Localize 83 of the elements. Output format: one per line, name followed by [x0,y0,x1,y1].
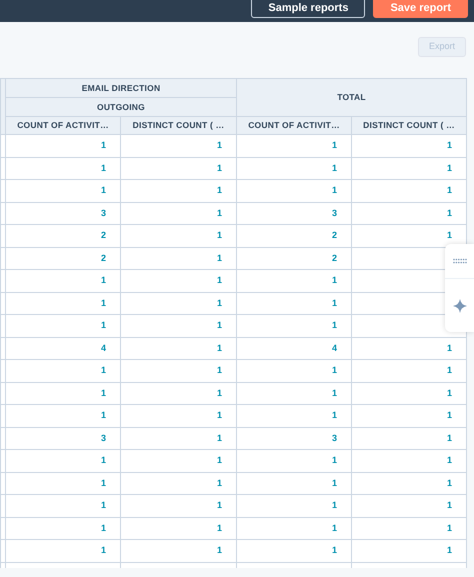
table-cell[interactable]: 1 [332,410,337,420]
table-cell[interactable]: 1 [447,432,452,442]
table-cell[interactable]: 1 [332,478,337,488]
table-cell[interactable]: 1 [216,500,222,510]
table-cell[interactable]: 1 [100,478,106,488]
table-cell[interactable]: 1 [216,252,222,262]
table-cell[interactable]: 1 [216,162,222,172]
column-header: DISTINCT COUNT ( … [363,120,455,130]
table-cell[interactable]: 1 [447,365,452,375]
table-cell[interactable]: 1 [332,298,337,308]
column-group-header: OUTGOING [97,102,145,112]
save-button[interactable]: Save report [373,0,468,18]
table-cell[interactable]: 1 [332,162,337,172]
table-cell[interactable]: 1 [216,522,222,532]
table-cell[interactable]: 1 [216,230,222,240]
table-cell[interactable]: 1 [447,342,452,352]
table-cell[interactable]: 1 [216,342,222,352]
table-cell[interactable]: 1 [447,455,452,465]
table-cell[interactable]: 1 [100,545,106,555]
table-cell[interactable]: 1 [447,208,452,218]
table-cell[interactable]: 1 [447,500,452,510]
table-cell[interactable]: 1 [216,275,222,285]
table-cell[interactable]: 2 [332,230,337,240]
table-cell[interactable]: 1 [216,140,222,150]
column-group-header: EMAIL DIRECTION [82,82,160,93]
table-cell[interactable]: 2 [100,252,106,262]
table-cell[interactable]: 1 [100,500,106,510]
table-cell[interactable]: 1 [332,545,337,555]
table-cell[interactable]: 1 [447,185,452,195]
table-cell[interactable]: 1 [447,545,452,555]
table-cell[interactable]: 1 [216,298,222,308]
table-cell[interactable]: 1 [100,320,106,330]
table-cell[interactable]: 1 [100,162,106,172]
column-header: COUNT OF ACTIVIT… [17,120,109,130]
table-cell[interactable]: 1 [332,388,337,398]
table-cell[interactable]: 1 [332,500,337,510]
table-cell[interactable]: 1 [332,185,337,195]
table-cell[interactable]: 1 [100,298,106,308]
table-cell[interactable]: 3 [332,432,337,442]
grid-dots-icon[interactable] [452,258,466,264]
table-cell[interactable]: 4 [100,342,106,352]
table-cell[interactable]: 1 [100,388,106,398]
table-cell[interactable]: 1 [216,432,222,442]
table-cell[interactable]: 3 [100,208,106,218]
table-cell[interactable]: 3 [100,432,106,442]
table-cell[interactable]: 1 [216,545,222,555]
table-cell[interactable]: 1 [447,410,452,420]
table-cell[interactable]: 1 [100,522,106,532]
table-cell[interactable]: 1 [332,522,337,532]
table-cell[interactable]: 1 [216,365,222,375]
table-cell[interactable]: 1 [332,275,337,285]
column-header: DISTINCT COUNT ( … [132,120,224,130]
table-cell[interactable]: 1 [100,365,106,375]
table-cell[interactable]: 1 [216,455,222,465]
table-cell[interactable]: 1 [332,140,337,150]
table-cell[interactable]: 1 [100,455,106,465]
table-cell[interactable]: 1 [100,275,106,285]
table-cell[interactable]: 1 [332,455,337,465]
table-cell[interactable]: 1 [216,208,222,218]
table-cell[interactable]: 1 [447,140,452,150]
table-cell[interactable]: 1 [216,185,222,195]
table-cell[interactable]: 3 [332,208,337,218]
column-group-header: TOTAL [337,92,366,102]
table-cell[interactable]: 2 [100,230,106,240]
sparkle-icon[interactable] [452,298,466,312]
table-cell[interactable]: 1 [216,478,222,488]
table-cell[interactable]: 1 [216,410,222,420]
sample-reports-button[interactable]: Sample reports [251,0,366,18]
table-cell[interactable]: 1 [332,365,337,375]
table-cell[interactable]: 1 [216,320,222,330]
table-cell[interactable]: 1 [100,185,106,195]
table-cell[interactable]: 1 [447,162,452,172]
table-cell[interactable]: 4 [332,342,337,352]
table-cell[interactable]: 1 [447,388,452,398]
table-cell[interactable]: 1 [332,320,337,330]
table-cell[interactable]: 1 [447,230,452,240]
table-cell[interactable]: 2 [332,252,337,262]
column-header: COUNT OF ACTIVIT… [248,120,340,130]
table-cell[interactable]: 1 [216,388,222,398]
table-cell[interactable]: 1 [447,478,452,488]
table-cell[interactable]: 1 [100,140,106,150]
table-cell[interactable]: 1 [100,410,106,420]
table-cell[interactable]: 1 [447,522,452,532]
